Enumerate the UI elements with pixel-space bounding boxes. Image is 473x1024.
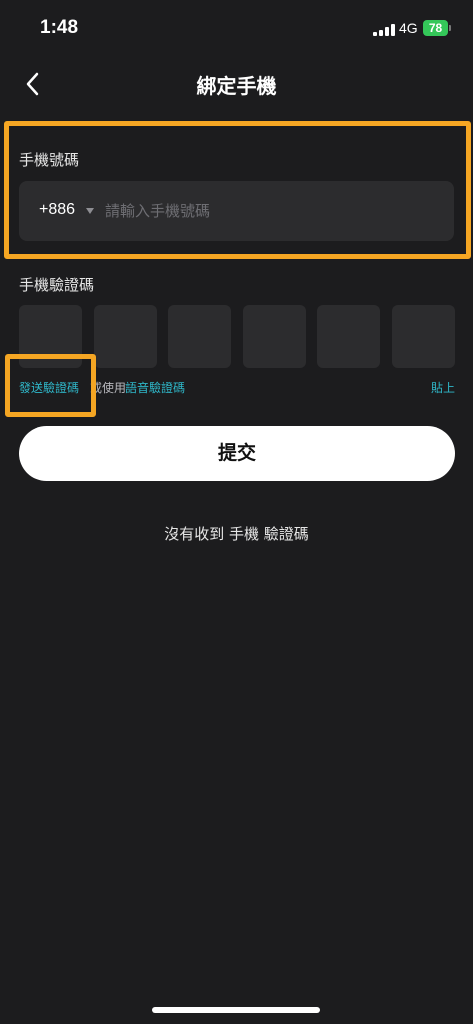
status-bar: 1:48 4G 78	[0, 0, 473, 56]
code-box-3[interactable]	[168, 305, 232, 368]
phone-highlight-box	[4, 121, 471, 259]
status-time: 1:48	[40, 17, 79, 38]
send-code-highlight-box	[5, 354, 96, 417]
signal-icon	[373, 24, 395, 36]
code-box-6[interactable]	[392, 305, 455, 368]
paste-link[interactable]: 貼上	[431, 379, 455, 396]
nav-bar: 綁定手機	[0, 56, 473, 112]
verification-label: 手機驗證碼	[19, 276, 95, 294]
battery-tip	[449, 25, 451, 31]
no-code-link[interactable]: 沒有收到 手機 驗證碼	[0, 523, 473, 544]
code-box-4[interactable]	[242, 305, 306, 368]
home-indicator	[152, 1007, 320, 1013]
battery-icon: 78	[423, 20, 448, 36]
code-box-5[interactable]	[317, 305, 381, 368]
voice-code-link[interactable]: 語音驗證碼	[125, 379, 185, 396]
submit-button[interactable]: 提交	[19, 426, 455, 481]
page-title: 綁定手機	[196, 74, 277, 98]
code-box-2[interactable]	[93, 305, 157, 368]
network-type: 4G	[399, 20, 418, 36]
